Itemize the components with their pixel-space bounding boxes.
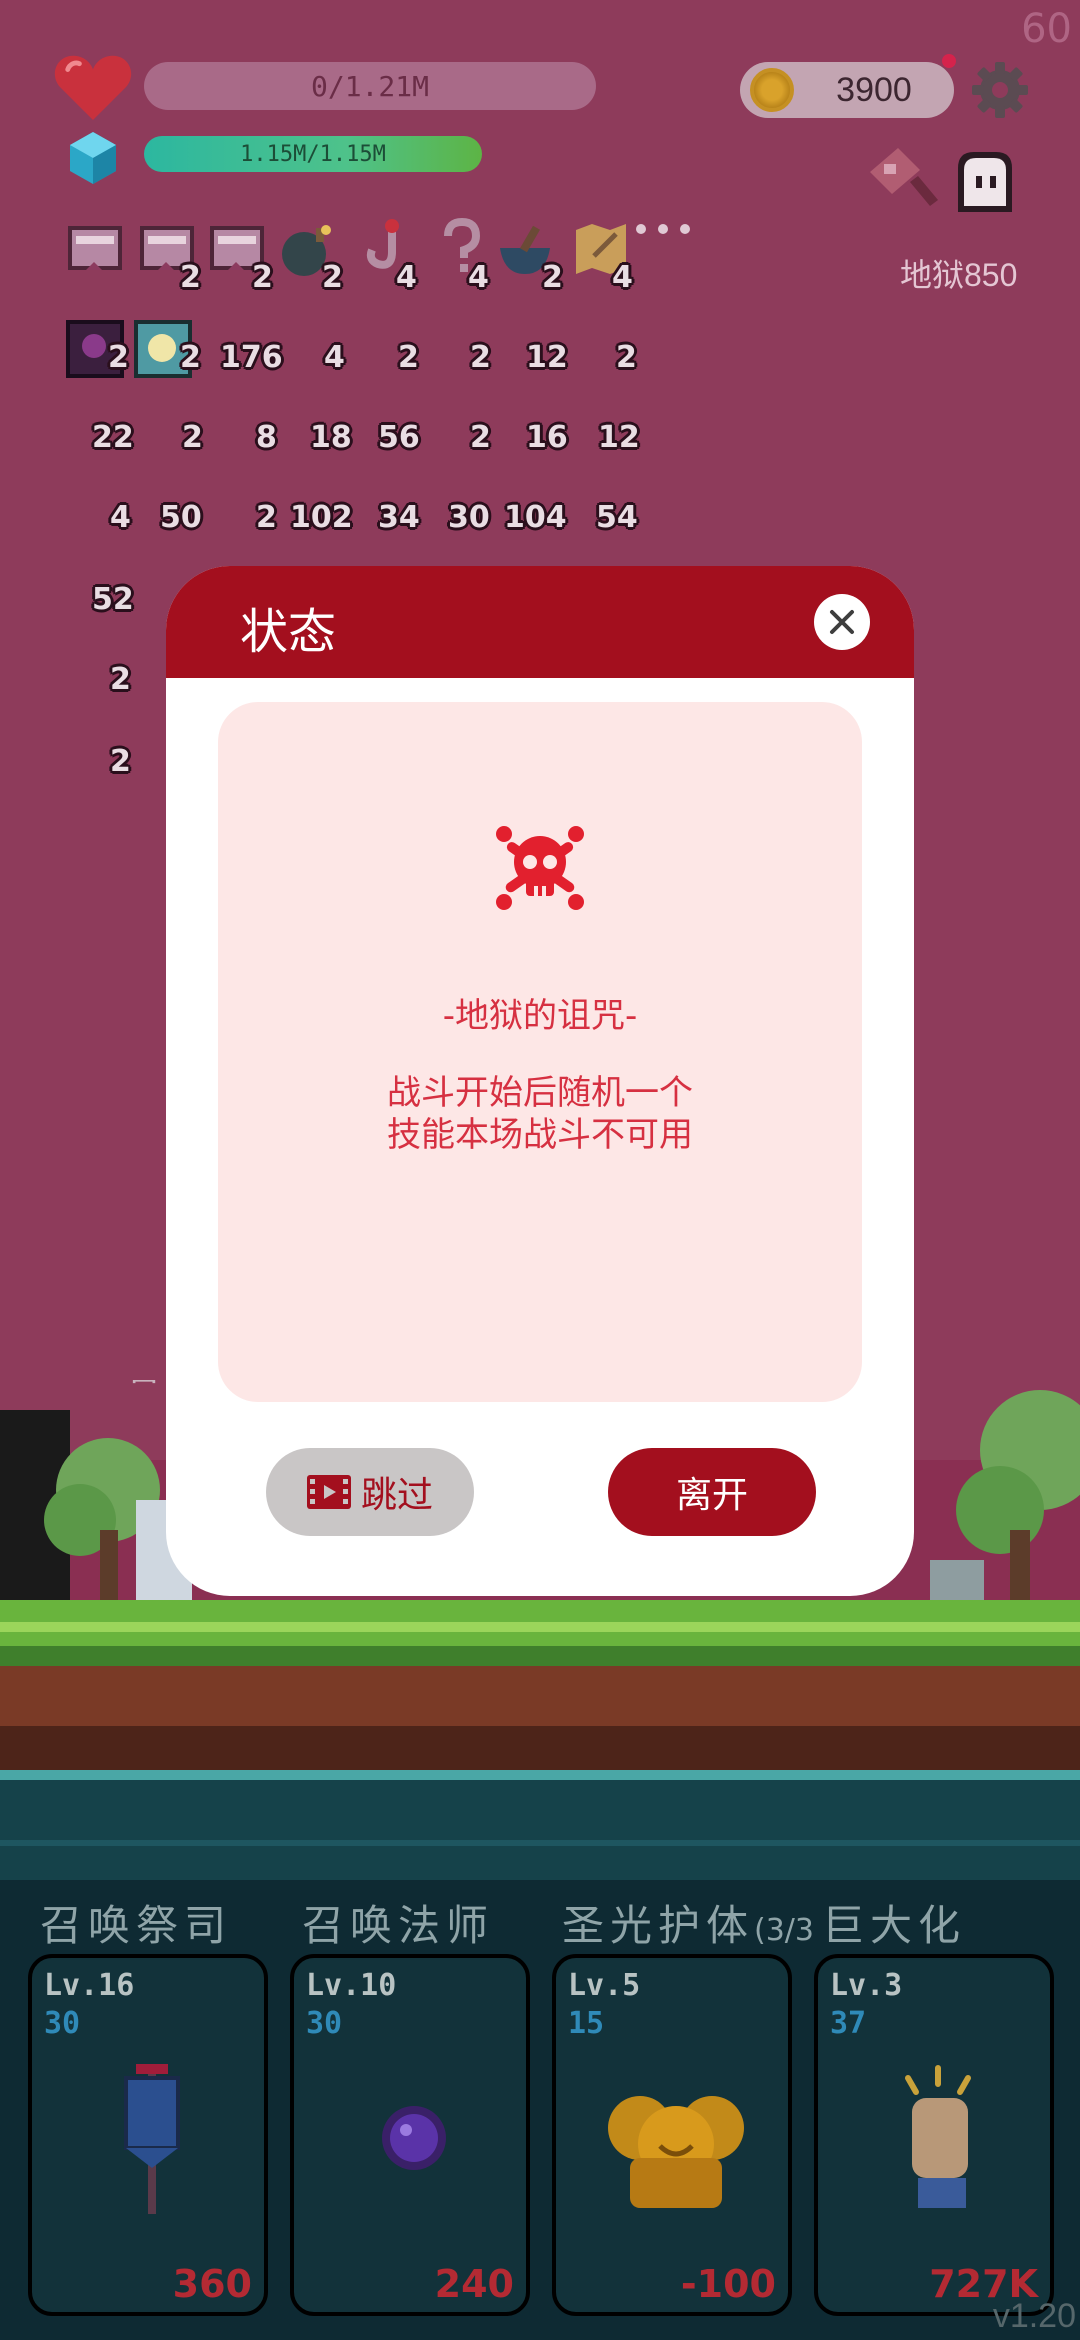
curse-description-line: 战斗开始后随机一个 <box>387 1073 693 1113</box>
item-count: 4 <box>324 340 345 375</box>
skill-price: -100 <box>680 2262 776 2306</box>
item-count: 12 <box>526 340 568 375</box>
leave-button[interactable]: 离开 <box>608 1448 816 1536</box>
skill-name-giant: 巨大化 <box>822 1901 967 1950</box>
item-count: 56 <box>378 420 420 455</box>
item-count: 22 <box>92 420 134 455</box>
cleaver-icon[interactable] <box>862 142 942 212</box>
item-count: 50 <box>160 500 202 535</box>
skill-price: 240 <box>434 2262 514 2306</box>
fps-counter: 60 <box>1021 6 1072 52</box>
item-count: 54 <box>596 500 638 535</box>
item-count: 2 <box>542 260 563 295</box>
status-dialog: 状态 -地狱的诅咒- 战斗开始后随机一个 技能本场战斗不可用 跳过 离开 <box>166 566 914 1596</box>
mp-bar: 1.15M/1.15M <box>144 136 482 172</box>
coin-counter[interactable]: 3900 <box>740 62 954 118</box>
skill-name-holy-shield: 圣光护体(3/3 <box>562 1901 815 1950</box>
item-count: 2 <box>180 260 201 295</box>
leave-label: 离开 <box>675 1475 748 1516</box>
skill-price: 360 <box>172 2262 252 2306</box>
curse-description: 战斗开始后随机一个 技能本场战斗不可用 <box>218 1072 862 1156</box>
skip-button[interactable]: 跳过 <box>266 1448 474 1536</box>
skill-cost: 30 <box>306 2006 343 2041</box>
item-count: 2 <box>252 260 273 295</box>
item-count: 104 <box>504 500 567 535</box>
gear-icon[interactable] <box>970 60 1030 120</box>
fist-icon <box>905 2065 971 2208</box>
skull-crossbones-icon <box>496 826 584 910</box>
dialog-title: 状态 <box>240 604 337 660</box>
skill-level: Lv.16 <box>44 1968 135 2003</box>
skill-cost: 15 <box>568 2006 605 2041</box>
video-icon <box>306 1475 351 1509</box>
skill-level: Lv.10 <box>306 1968 397 2003</box>
item-count: 4 <box>468 260 489 295</box>
item-count: 52 <box>92 582 134 617</box>
item-count: 102 <box>290 500 353 535</box>
curse-panel: -地狱的诅咒- 战斗开始后随机一个 技能本场战斗不可用 <box>218 702 862 1402</box>
water-strip <box>0 1770 1080 1880</box>
coin-icon <box>750 68 794 112</box>
version-label: v1.20 <box>992 2297 1076 2335</box>
curse-description-line: 技能本场战斗不可用 <box>387 1115 693 1155</box>
item-count: 2 <box>470 420 491 455</box>
close-icon <box>830 610 854 634</box>
more-items-icon[interactable] <box>636 224 690 236</box>
item-count: 2 <box>110 662 131 697</box>
hp-bar: 0/1.21M <box>144 62 596 110</box>
banner-icon <box>124 2064 180 2214</box>
item-count: 2 <box>180 340 201 375</box>
hell-level-label: 地狱850 <box>900 257 1018 293</box>
skill-name-summon-mage: 召唤法师 <box>302 1901 495 1950</box>
orb-icon <box>382 2106 446 2170</box>
item-count: 4 <box>396 260 417 295</box>
item-count: 34 <box>378 500 420 535</box>
item-count: 8 <box>256 420 277 455</box>
curse-title: -地狱的诅咒- <box>442 996 638 1036</box>
item-count: 2 <box>616 340 637 375</box>
item-count: 4 <box>612 260 633 295</box>
hero-label-fragment: 冒 <box>126 1380 162 1389</box>
item-count: 4 <box>110 500 131 535</box>
close-button[interactable] <box>814 594 870 650</box>
item-count: 176 <box>220 340 283 375</box>
coin-value: 3900 <box>836 70 912 109</box>
ground <box>0 1600 1080 1780</box>
skill-card-holy-shield[interactable]: Lv.5 15 -100 <box>552 1954 792 2316</box>
item-count: 2 <box>182 420 203 455</box>
skill-level: Lv.3 <box>830 1968 903 2003</box>
item-count: 30 <box>448 500 490 535</box>
holy-shield-icon <box>608 2096 744 2208</box>
item-count: 2 <box>256 500 277 535</box>
item-count: 2 <box>470 340 491 375</box>
skip-label: 跳过 <box>360 1475 433 1516</box>
heart-icon <box>54 55 132 121</box>
notification-dot <box>942 54 956 68</box>
skill-card-giant[interactable]: Lv.3 37 727K <box>814 1954 1054 2316</box>
item-count: 18 <box>310 420 352 455</box>
crystal-icon <box>70 132 116 184</box>
scroll-icon[interactable] <box>66 222 124 280</box>
skill-card-summon-mage[interactable]: Lv.10 30 240 <box>290 1954 530 2316</box>
item-count: 16 <box>526 420 568 455</box>
ghost-icon[interactable] <box>950 148 1020 216</box>
item-count: 12 <box>598 420 640 455</box>
item-count: 2 <box>398 340 419 375</box>
skill-cost: 37 <box>830 2006 867 2041</box>
skill-level: Lv.5 <box>568 1968 641 2003</box>
item-count: 2 <box>322 260 343 295</box>
dialog-header: 状态 <box>166 566 914 678</box>
skill-card-summon-priest[interactable]: Lv.16 30 360 <box>28 1954 268 2316</box>
skill-cost: 30 <box>44 2006 81 2041</box>
skill-name-summon-priest: 召唤祭司 <box>40 1901 233 1950</box>
item-count: 2 <box>108 340 129 375</box>
item-count: 2 <box>110 744 131 779</box>
